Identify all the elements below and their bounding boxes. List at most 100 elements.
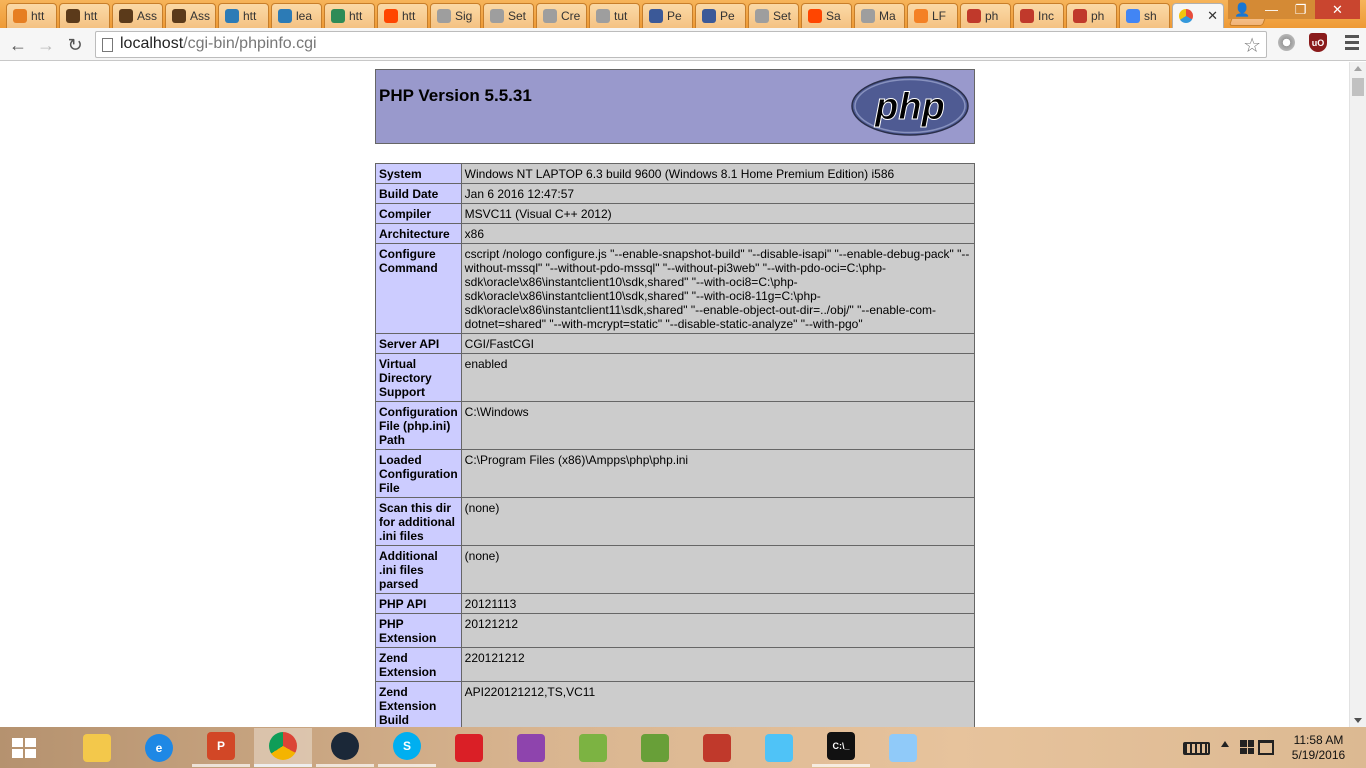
browser-tab[interactable]: Pe — [695, 3, 746, 28]
tab-title: tut — [614, 9, 628, 23]
bookmark-star-icon[interactable]: ☆ — [1243, 33, 1261, 58]
browser-tab[interactable]: Sig — [430, 3, 481, 28]
browser-tab[interactable]: htt — [6, 3, 57, 28]
taskbar-internet-explorer[interactable]: e — [130, 728, 188, 767]
row-value: C:\Program Files (x86)\Ampps\php\php.ini — [460, 449, 976, 498]
tab-title: htt — [402, 9, 416, 23]
network-icon[interactable] — [1258, 740, 1274, 755]
taskbar-creative-cloud[interactable] — [440, 728, 498, 767]
row-key: PHP Extension — [375, 613, 462, 648]
table-row: PHP Extension 20121212 — [375, 613, 976, 648]
scroll-thumb[interactable] — [1352, 78, 1364, 96]
taskbar-steam[interactable] — [316, 728, 374, 767]
browser-tab[interactable]: ph — [1066, 3, 1117, 28]
row-value: 20121113 — [460, 593, 976, 614]
browser-tab[interactable]: Cre — [536, 3, 587, 28]
browser-toolbar: ← → ↻ localhost/cgi-bin/phpinfo.cgi ☆ — [0, 28, 1366, 61]
touch-keyboard-icon[interactable] — [1183, 742, 1210, 755]
restore-button[interactable]: ❐ — [1286, 0, 1315, 19]
close-tab-icon[interactable]: ✕ — [1207, 8, 1218, 24]
taskbar-skype[interactable]: S — [378, 728, 436, 767]
tab-strip: htt htt Ass Ass htt lea htt htt Sig Set Cre tut Pe Pe… — [0, 0, 1366, 28]
taskbar-notes[interactable] — [750, 728, 808, 767]
url-text[interactable]: localhost/cgi-bin/phpinfo.cgi — [120, 35, 317, 53]
row-key: Server API — [375, 333, 462, 354]
blackboard-icon — [119, 9, 133, 23]
tab-title: LF — [932, 9, 947, 23]
scroll-down-icon[interactable] — [1354, 718, 1362, 723]
table-row: Compiler MSVC11 (Visual C++ 2012) — [375, 203, 976, 224]
windows-taskbar: e P S C:\_ 11:58 AM 5/19/2016 — [0, 727, 1366, 768]
ampps-icon — [703, 733, 731, 762]
taskbar-android-studio[interactable] — [626, 728, 684, 767]
row-key: Build Date — [375, 183, 462, 204]
user-icon[interactable]: 👤 — [1228, 0, 1257, 19]
ampps-icon — [967, 9, 981, 23]
back-button[interactable]: ← — [6, 33, 30, 57]
orange-circle-icon — [13, 9, 27, 23]
taskbar-notepad-plus[interactable] — [564, 728, 622, 767]
row-value: 220121212 — [460, 647, 976, 682]
taskbar-file-explorer[interactable] — [68, 728, 126, 767]
browser-tab[interactable]: Set — [748, 3, 799, 28]
browser-tab[interactable]: htt — [324, 3, 375, 28]
taskbar-git-gui[interactable] — [502, 728, 560, 767]
minimize-button[interactable]: — — [1257, 0, 1286, 19]
browser-tab-active[interactable]: ✕ — [1172, 3, 1224, 28]
row-value: 20121212 — [460, 613, 976, 648]
table-row: Zend Extension Build API220121212,TS,VC11 — [375, 681, 976, 727]
row-value: API220121212,TS,VC11 — [460, 681, 976, 727]
address-bar[interactable]: localhost/cgi-bin/phpinfo.cgi ☆ — [95, 31, 1267, 58]
google-icon — [1126, 9, 1140, 23]
tab-title: lea — [296, 9, 313, 23]
tab-title: htt — [84, 9, 98, 23]
tab-title: Ass — [137, 9, 158, 23]
tab-title: Ass — [190, 9, 211, 23]
show-hidden-icons-icon[interactable] — [1221, 741, 1229, 747]
browser-tab[interactable]: Ma — [854, 3, 905, 28]
browser-tab[interactable]: Ass — [165, 3, 216, 28]
start-button[interactable] — [8, 736, 40, 760]
browser-tab[interactable]: lea — [271, 3, 322, 28]
browser-tab[interactable]: Ass — [112, 3, 163, 28]
row-key: PHP API — [375, 593, 462, 614]
browser-tab[interactable]: Sa — [801, 3, 852, 28]
table-row: Loaded Configuration File C:\Program File… — [375, 449, 976, 498]
taskbar-command-prompt[interactable]: C:\_ — [812, 728, 870, 767]
system-tray: 11:58 AM 5/19/2016 — [1166, 727, 1366, 768]
browser-tab[interactable]: htt — [218, 3, 269, 28]
scroll-up-icon[interactable] — [1354, 66, 1362, 71]
taskbar-powerpoint[interactable]: P — [192, 728, 250, 767]
browser-tab[interactable]: Pe — [642, 3, 693, 28]
browser-tab[interactable]: tut — [589, 3, 640, 28]
chrome-menu-icon[interactable] — [1344, 33, 1360, 51]
taskbar-paint[interactable] — [874, 728, 932, 767]
close-window-button[interactable]: ✕ — [1315, 0, 1360, 19]
browser-tab[interactable]: htt — [377, 3, 428, 28]
browser-tab[interactable]: LF — [907, 3, 958, 28]
reload-button[interactable]: ↻ — [63, 33, 87, 57]
clock[interactable]: 11:58 AM 5/19/2016 — [1281, 733, 1356, 763]
browser-tab[interactable]: Inc — [1013, 3, 1064, 28]
ublock-icon[interactable]: uO — [1309, 33, 1327, 52]
row-key: Zend Extension Build — [375, 681, 462, 727]
table-row: PHP API 20121113 — [375, 593, 976, 614]
row-value: MSVC11 (Visual C++ 2012) — [460, 203, 976, 224]
browser-tab[interactable]: ph — [960, 3, 1011, 28]
table-row: Server API CGI/FastCGI — [375, 333, 976, 354]
tab-title: ph — [1091, 9, 1105, 23]
browser-tab[interactable]: htt — [59, 3, 110, 28]
row-value: enabled — [460, 353, 976, 402]
browser-tab[interactable]: sh — [1119, 3, 1170, 28]
taskbar-chrome[interactable] — [254, 728, 312, 767]
action-center-icon[interactable] — [1240, 740, 1254, 754]
page-scrollbar[interactable] — [1349, 62, 1366, 727]
extension-icon[interactable] — [1278, 34, 1295, 51]
php-info-table: System Windows NT LAPTOP 6.3 build 9600 (… — [375, 163, 976, 727]
taskbar-ampps[interactable] — [688, 728, 746, 767]
browser-tab[interactable]: Set — [483, 3, 534, 28]
tab-title: ph — [985, 9, 999, 23]
tab-title: Set — [508, 9, 527, 23]
forward-button[interactable]: → — [34, 33, 58, 57]
powerpoint-icon: P — [207, 732, 235, 760]
